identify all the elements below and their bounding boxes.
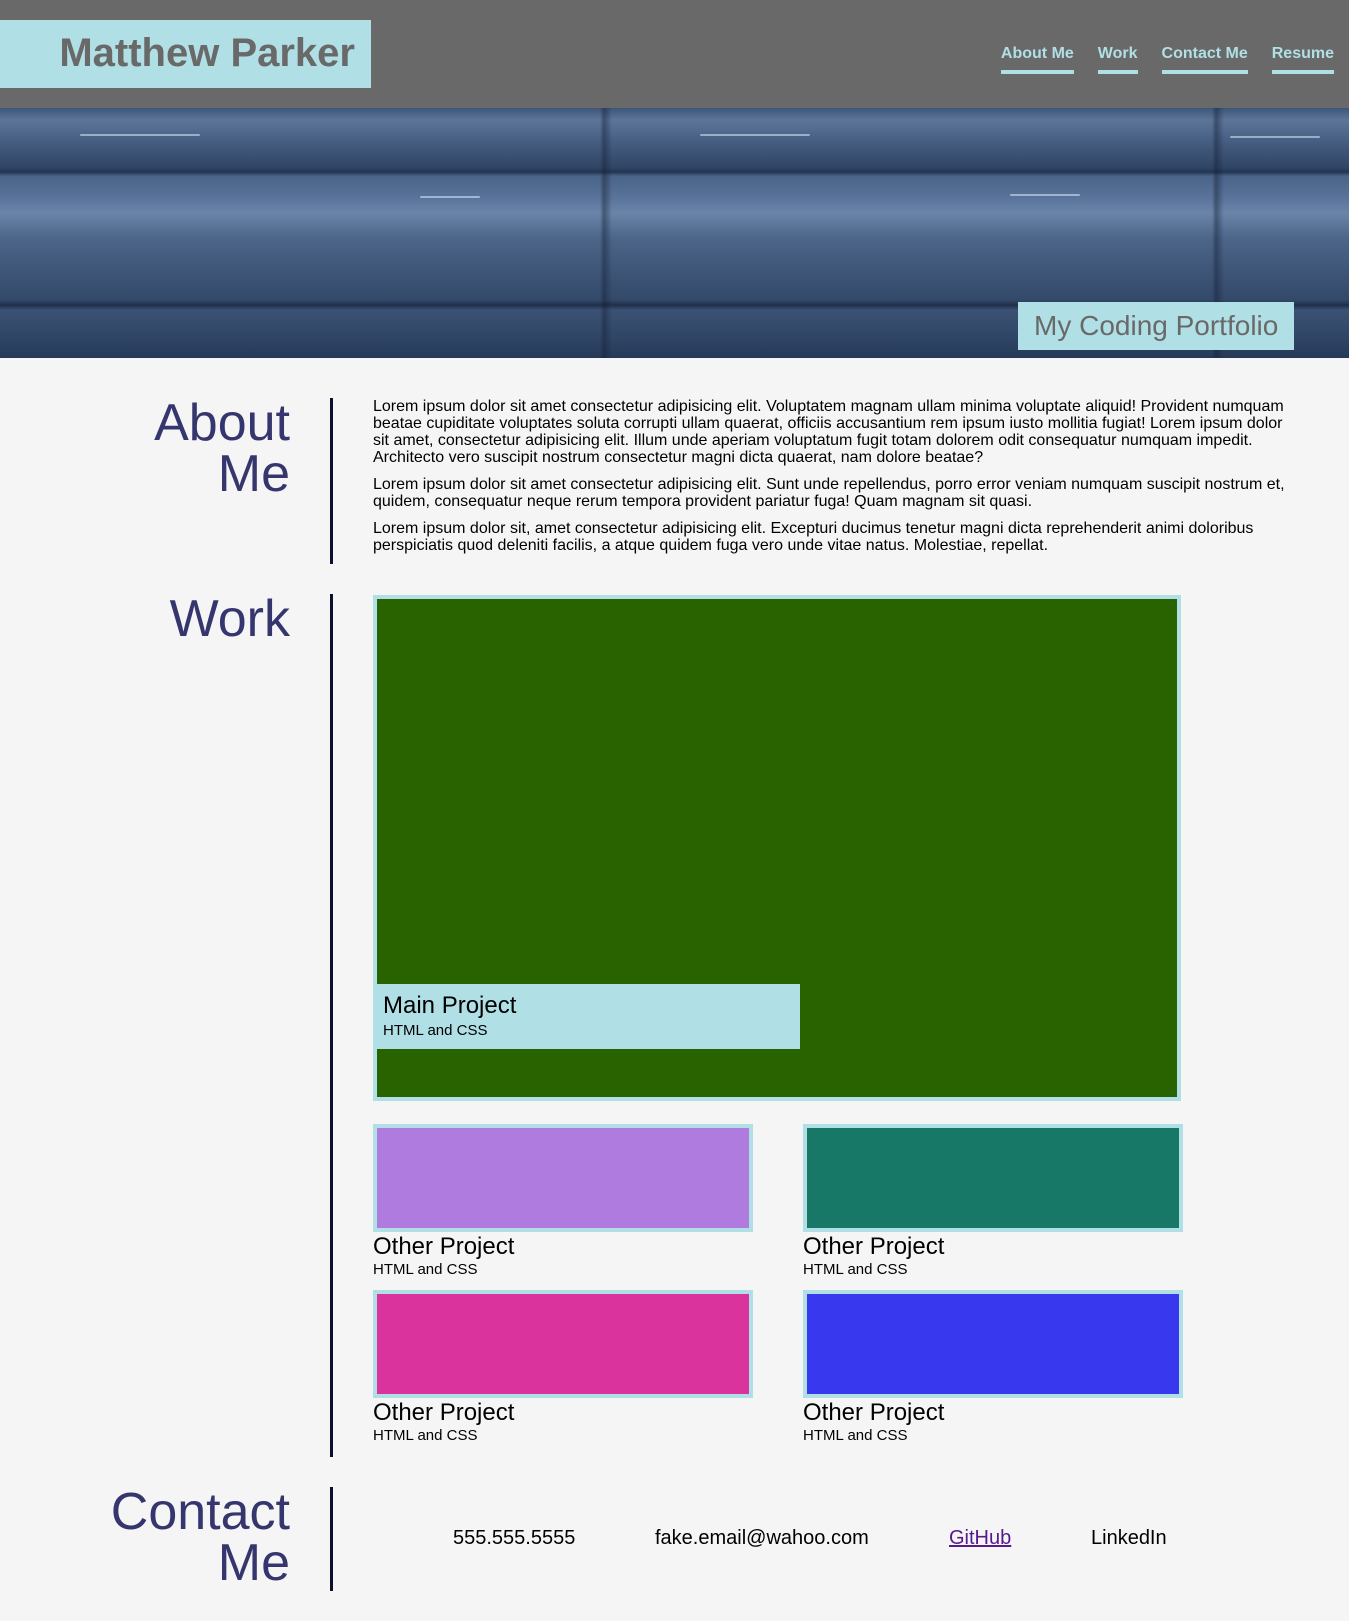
- other-project-image: [803, 1124, 1183, 1232]
- site-header: Matthew Parker About Me Work Contact Me …: [0, 0, 1349, 108]
- other-project-image: [803, 1290, 1183, 1398]
- other-project-title: Other Project: [373, 1233, 515, 1260]
- other-project-card[interactable]: Other Project HTML and CSS: [373, 1290, 753, 1446]
- other-project-title: Other Project: [803, 1399, 945, 1426]
- main-project-subtitle: HTML and CSS: [383, 1022, 488, 1039]
- other-project-title: Other Project: [803, 1233, 945, 1260]
- other-project-subtitle: HTML and CSS: [373, 1261, 478, 1278]
- about-divider: [330, 398, 333, 564]
- main-nav: About Me Work Contact Me Resume: [1000, 44, 1334, 74]
- contact-divider: [330, 1487, 333, 1591]
- nav-about-me[interactable]: About Me: [1000, 44, 1074, 74]
- about-paragraph: Lorem ipsum dolor sit amet consectetur a…: [373, 398, 1284, 466]
- about-title-line2: Me: [217, 445, 290, 503]
- tagline-text: My Coding Portfolio: [1034, 310, 1279, 341]
- about-paragraph: Lorem ipsum dolor sit amet consectetur a…: [373, 476, 1285, 510]
- nav-contact-me[interactable]: Contact Me: [1161, 44, 1248, 74]
- contact-title-line2: Me: [217, 1534, 290, 1592]
- wood-streak: [700, 134, 810, 136]
- github-link[interactable]: GitHub: [949, 1527, 1011, 1549]
- site-name: Matthew Parker: [59, 31, 355, 75]
- nav-resume[interactable]: Resume: [1271, 44, 1334, 74]
- contact-title-line1: Contact: [110, 1483, 290, 1541]
- other-project-card[interactable]: Other Project HTML and CSS: [803, 1124, 1183, 1280]
- wood-streak: [1230, 136, 1320, 138]
- main-project-title: Main Project: [383, 992, 517, 1019]
- about-title-line1: About: [154, 394, 290, 452]
- main-project-card[interactable]: Main Project HTML and CSS: [373, 595, 1181, 1101]
- about-text: Lorem ipsum dolor sit amet consectetur a…: [373, 398, 1288, 564]
- wood-streak: [1010, 194, 1080, 196]
- about-title: About Me: [90, 394, 290, 503]
- brand-box: Matthew Parker: [0, 20, 371, 88]
- other-project-title: Other Project: [373, 1399, 515, 1426]
- wood-streak: [420, 196, 480, 198]
- contact-title: Contact Me: [90, 1483, 290, 1592]
- contact-email: fake.email@wahoo.com: [655, 1527, 869, 1549]
- work-divider: [330, 594, 333, 1457]
- other-project-image: [373, 1290, 753, 1398]
- hero-banner: My Coding Portfolio: [0, 108, 1349, 358]
- other-project-subtitle: HTML and CSS: [803, 1261, 908, 1278]
- nav-work[interactable]: Work: [1097, 44, 1138, 74]
- main-project-caption: Main Project HTML and CSS: [377, 984, 800, 1049]
- work-title: Work: [90, 590, 290, 648]
- contact-phone: 555.555.5555: [453, 1527, 576, 1549]
- other-project-subtitle: HTML and CSS: [803, 1427, 908, 1444]
- contact-github: GitHub: [949, 1526, 1011, 1550]
- work-title-text: Work: [169, 590, 290, 648]
- other-project-subtitle: HTML and CSS: [373, 1427, 478, 1444]
- other-project-image: [373, 1124, 753, 1232]
- wood-streak: [80, 134, 200, 136]
- other-project-card[interactable]: Other Project HTML and CSS: [803, 1290, 1183, 1446]
- tagline-box: My Coding Portfolio: [1018, 302, 1294, 350]
- about-paragraph: Lorem ipsum dolor sit, amet consectetur …: [373, 520, 1254, 554]
- other-project-card[interactable]: Other Project HTML and CSS: [373, 1124, 753, 1280]
- contact-linkedin[interactable]: LinkedIn: [1091, 1526, 1167, 1550]
